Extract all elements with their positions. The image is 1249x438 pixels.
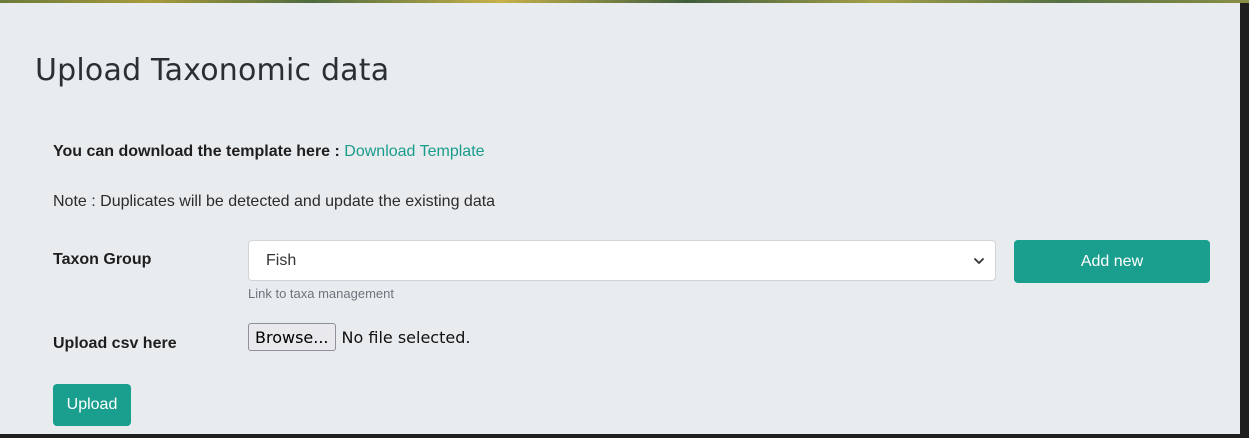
taxon-group-select[interactable]: Fish bbox=[249, 241, 995, 280]
taxon-group-select-wrapper[interactable]: Fish bbox=[248, 240, 996, 281]
csv-file-input[interactable]: Browse... No file selected. bbox=[248, 323, 470, 351]
add-new-button[interactable]: Add new bbox=[1014, 240, 1210, 283]
chevron-down-icon bbox=[974, 258, 984, 264]
upload-csv-label: Upload csv here bbox=[53, 335, 177, 352]
download-template-link[interactable]: Download Template bbox=[344, 143, 484, 160]
duplicates-note: Note : Duplicates will be detected and u… bbox=[53, 193, 496, 210]
page-title: Upload Taxonomic data bbox=[35, 53, 390, 88]
browse-button[interactable]: Browse... bbox=[248, 323, 336, 351]
file-status-text: No file selected. bbox=[341, 327, 471, 347]
upload-button[interactable]: Upload bbox=[53, 384, 131, 426]
taxon-group-label: Taxon Group bbox=[53, 251, 152, 268]
taxa-management-help-link[interactable]: Link to taxa management bbox=[248, 286, 394, 301]
download-template-row: You can download the template here : Dow… bbox=[53, 143, 485, 161]
download-template-label: You can download the template here : bbox=[53, 143, 345, 160]
upload-panel: Upload Taxonomic data You can download t… bbox=[0, 3, 1240, 434]
